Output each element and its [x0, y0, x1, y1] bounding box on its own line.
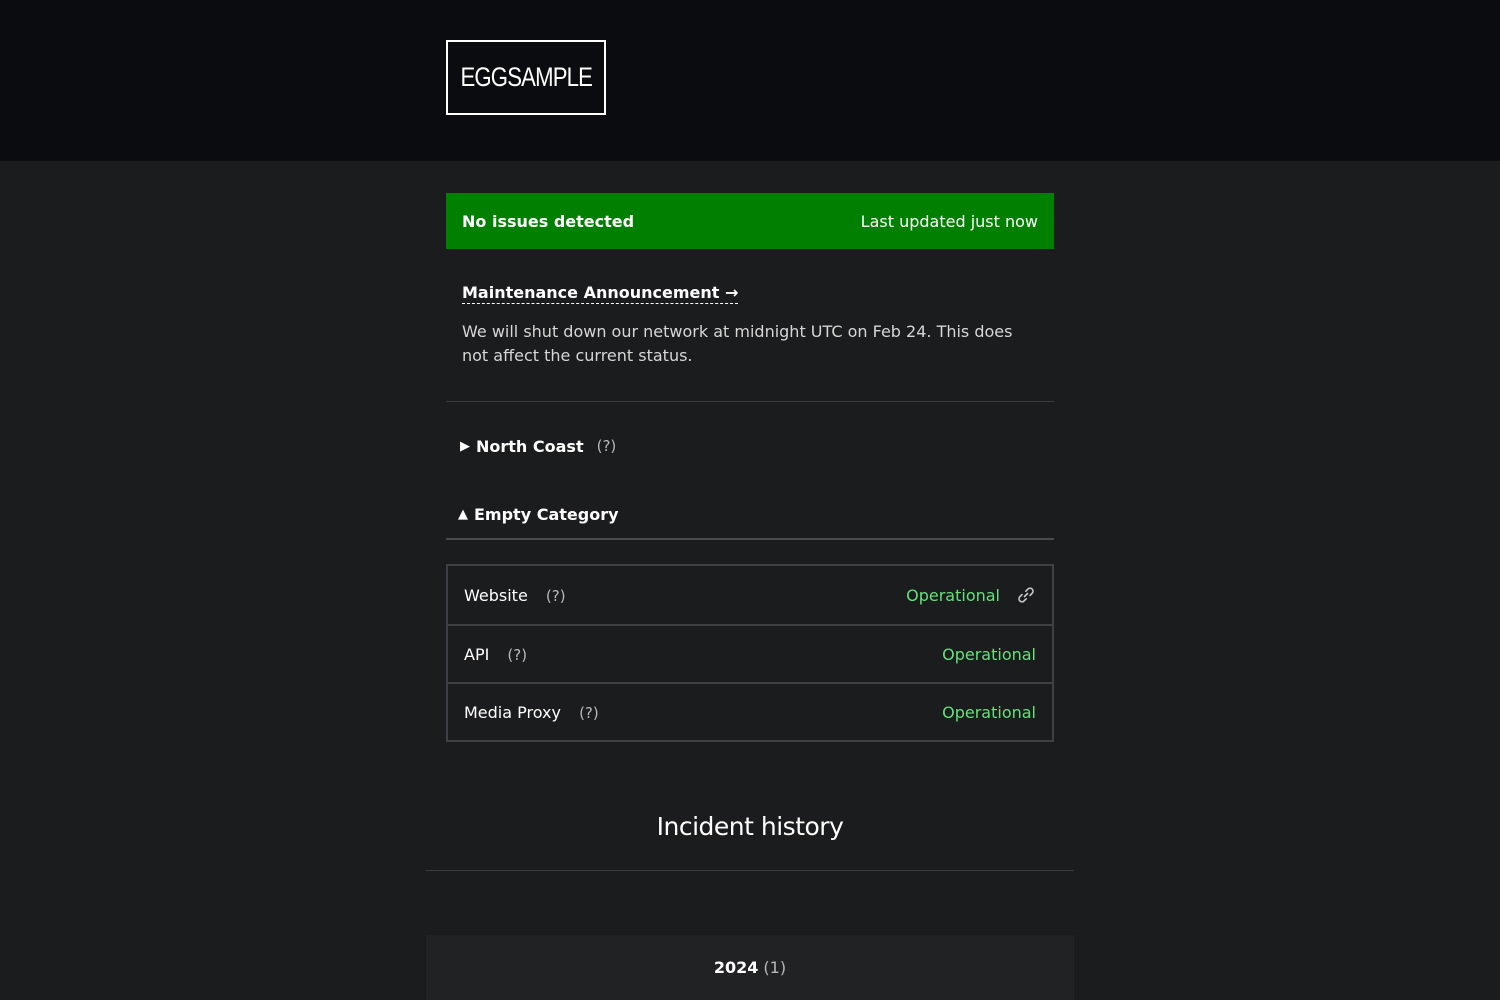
category-name: Empty Category: [474, 504, 619, 524]
incident-history-title: Incident history: [656, 812, 844, 841]
services-list: Website (?) Operational API (?) Operatio…: [446, 564, 1054, 742]
service-name: API: [464, 644, 490, 664]
site-header: EGGSAMPLE: [0, 0, 1500, 161]
divider: [446, 401, 1054, 402]
category-name: North Coast: [476, 436, 584, 456]
divider: [426, 870, 1074, 871]
category-empty-category[interactable]: ▲ Empty Category: [446, 502, 1054, 526]
announcement: Maintenance Announcement → We will shut …: [446, 265, 1054, 368]
status-banner: No issues detected Last updated just now: [446, 193, 1054, 249]
help-tooltip-trigger[interactable]: (?): [546, 587, 566, 605]
year-label: 2024: [713, 958, 759, 977]
link-icon[interactable]: [1016, 585, 1036, 605]
logo-text: EGGSAMPLE: [460, 62, 592, 92]
service-row-website: Website (?) Operational: [448, 566, 1052, 624]
incident-year-2024[interactable]: 2024 (1): [426, 935, 1074, 1000]
help-tooltip-trigger[interactable]: (?): [579, 704, 599, 722]
last-updated: Last updated just now: [860, 211, 1038, 231]
year-incident-count: (1): [763, 958, 787, 977]
service-status: Operational: [942, 644, 1036, 664]
logo-link[interactable]: EGGSAMPLE: [446, 40, 606, 115]
service-status: Operational: [942, 702, 1036, 722]
announcement-text: We will shut down our network at midnigh…: [462, 322, 1013, 365]
help-tooltip-trigger[interactable]: (?): [507, 646, 527, 664]
divider: [446, 538, 1054, 540]
service-name: Website: [464, 585, 528, 605]
service-name: Media Proxy: [464, 702, 561, 722]
service-row-media-proxy: Media Proxy (?) Operational: [448, 682, 1052, 740]
category-north-coast[interactable]: ▶ North Coast (?): [446, 434, 1054, 458]
service-status: Operational: [906, 585, 1000, 605]
triangle-up-icon: ▲: [458, 506, 468, 522]
triangle-right-icon: ▶: [460, 438, 470, 454]
help-tooltip-trigger[interactable]: (?): [597, 437, 617, 455]
service-row-api: API (?) Operational: [448, 624, 1052, 682]
status-message: No issues detected: [462, 211, 635, 231]
maintenance-announcement-link[interactable]: Maintenance Announcement →: [462, 283, 739, 304]
